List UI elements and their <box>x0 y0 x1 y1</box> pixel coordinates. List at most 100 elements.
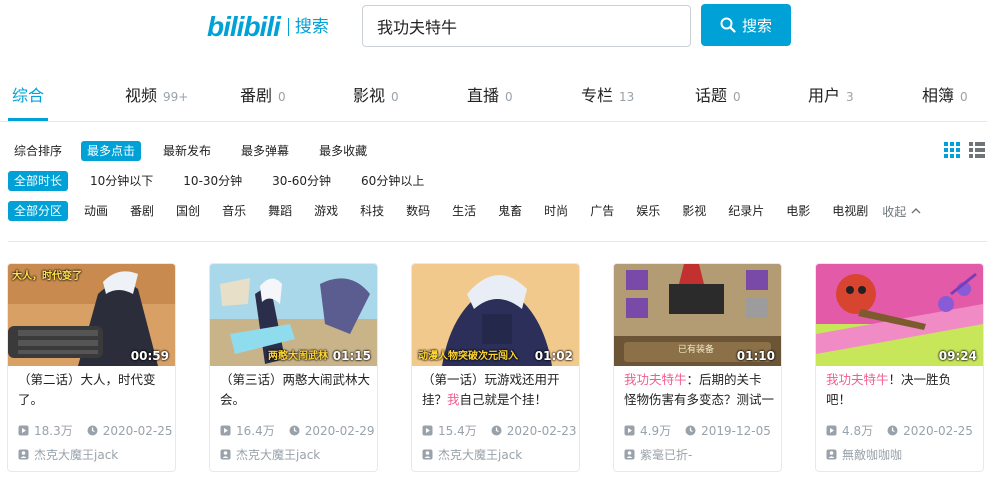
video-card[interactable]: 两憨大闹武林 01:15 （第三话）两憨大闹武林大会。 16.4万 2020-0… <box>209 263 378 472</box>
zone-item[interactable]: 生活 <box>446 201 482 221</box>
duration-filter-row: 全部时长 10分钟以下 10-30分钟 30-60分钟 60分钟以上 <box>8 170 430 192</box>
video-title[interactable]: 我功夫特牛：后期的关卡怪物伤害有多变态？测试一下 <box>624 370 774 410</box>
tab-label: 专栏 <box>581 86 614 105</box>
video-uploader[interactable]: 杰克大魔王jack <box>220 446 320 463</box>
video-thumbnail[interactable]: 两憨大闹武林 01:15 <box>210 264 377 366</box>
duration-30-60[interactable]: 30-60分钟 <box>266 171 337 191</box>
sort-most-clicks[interactable]: 最多点击 <box>81 141 142 161</box>
clock-icon <box>289 425 300 436</box>
tab-album[interactable]: 相簿 0 <box>922 82 968 106</box>
zone-item[interactable]: 影视 <box>676 201 712 221</box>
zone-item[interactable]: 番剧 <box>124 201 160 221</box>
clock-icon <box>491 425 502 436</box>
duration-all[interactable]: 全部时长 <box>8 171 69 191</box>
sort-most-favorites[interactable]: 最多收藏 <box>313 141 373 161</box>
tab-film[interactable]: 影视 0 <box>353 82 399 106</box>
uploader-name: 杰克大魔王jack <box>438 448 523 462</box>
tab-label: 番剧 <box>240 86 273 105</box>
uploader-icon <box>422 449 433 460</box>
title-text: （第二话）大人，时代变了。 <box>18 372 156 407</box>
tab-label: 综合 <box>12 86 45 105</box>
title-highlight: 我功夫特牛 <box>826 372 889 387</box>
tab-live[interactable]: 直播 0 <box>467 82 513 106</box>
video-uploader[interactable]: 杰克大魔王jack <box>18 446 118 463</box>
search-input[interactable] <box>362 5 691 47</box>
zone-item[interactable]: 娱乐 <box>630 201 666 221</box>
zone-item[interactable]: 动画 <box>78 201 114 221</box>
video-uploader[interactable]: 杰克大魔王jack <box>422 446 522 463</box>
search-button-label: 搜索 <box>741 16 772 35</box>
sort-most-danmaku[interactable]: 最多弹幕 <box>235 141 295 161</box>
view-count: 15.4万 <box>438 424 477 438</box>
video-title[interactable]: （第二话）大人，时代变了。 <box>18 370 168 410</box>
logo-search-label: 搜索 <box>294 17 329 37</box>
tab-article[interactable]: 专栏 13 <box>581 82 634 106</box>
result-type-tabs: 综合 视频 99+ 番剧 0 影视 0 直播 0 专栏 13 话题 0 用户 3 相簿 0 <box>0 72 987 122</box>
video-title[interactable]: （第三话）两憨大闹武林大会。 <box>220 370 370 410</box>
zone-item[interactable]: 纪录片 <box>722 201 770 221</box>
collapse-label: 收起 <box>882 204 907 219</box>
play-count-icon <box>624 425 635 436</box>
tab-user[interactable]: 用户 3 <box>808 82 854 106</box>
video-card[interactable]: 已有装备 01:10 我功夫特牛：后期的关卡怪物伤害有多变态？测试一下 4.9万… <box>613 263 782 472</box>
title-text: （第三话）两憨大闹武林大会。 <box>220 372 370 407</box>
video-thumbnail[interactable]: 已有装备 01:10 <box>614 264 781 366</box>
uploader-name: 杰克大魔王jack <box>236 448 321 462</box>
zone-item[interactable]: 时尚 <box>538 201 574 221</box>
zone-item[interactable]: 广告 <box>584 201 620 221</box>
uploader-name: 紫毫已折- <box>640 448 693 462</box>
zone-item[interactable]: 游戏 <box>308 201 344 221</box>
sort-comprehensive[interactable]: 综合排序 <box>8 141 68 161</box>
video-duration: 01:10 <box>736 349 775 363</box>
list-view-icon[interactable] <box>969 142 985 158</box>
chevron-up-icon <box>911 208 921 214</box>
zone-item[interactable]: 音乐 <box>216 201 252 221</box>
upload-date-group: 2020-02-29 <box>289 424 374 438</box>
tab-video[interactable]: 视频 99+ <box>125 82 188 106</box>
duration-over-60[interactable]: 60分钟以上 <box>355 171 430 191</box>
zone-item[interactable]: 电视剧 <box>826 201 874 221</box>
zone-item[interactable]: 科技 <box>354 201 390 221</box>
video-card[interactable]: 大人，时代变了 00:59 （第二话）大人，时代变了。 18.3万 2020-0… <box>7 263 176 472</box>
tab-bangumi[interactable]: 番剧 0 <box>240 82 286 106</box>
duration-under-10[interactable]: 10分钟以下 <box>84 171 159 191</box>
video-card[interactable]: 动漫人物突破次元闯入 01:02 （第一话）玩游戏还用开挂？我自己就是个挂！ 1… <box>411 263 580 472</box>
video-thumbnail[interactable]: 09:24 <box>816 264 983 366</box>
play-count-icon <box>220 425 231 436</box>
zone-item[interactable]: 数码 <box>400 201 436 221</box>
header: bilibili 搜索 搜索 <box>0 0 996 52</box>
tab-topic[interactable]: 话题 0 <box>695 82 741 106</box>
video-title[interactable]: 我功夫特牛！决一胜负吧！ <box>826 370 976 410</box>
view-count: 16.4万 <box>236 424 275 438</box>
zone-item[interactable]: 舞蹈 <box>262 201 298 221</box>
zone-filter-row: 全部分区 动画 番剧 国创 音乐 舞蹈 游戏 科技 数码 生活 鬼畜 时尚 广告… <box>8 200 922 222</box>
video-title[interactable]: （第一话）玩游戏还用开挂？我自己就是个挂！ <box>422 370 572 410</box>
duration-10-30[interactable]: 10-30分钟 <box>177 171 248 191</box>
zone-item[interactable]: 鬼畜 <box>492 201 528 221</box>
title-highlight: 我功夫特牛 <box>624 372 687 387</box>
play-count-icon <box>18 425 29 436</box>
video-thumbnail[interactable]: 大人，时代变了 00:59 <box>8 264 175 366</box>
video-card[interactable]: 09:24 我功夫特牛！决一胜负吧！ 4.8万 2020-02-25 無敵咖咖咖 <box>815 263 984 472</box>
search-icon <box>720 17 736 33</box>
zone-all[interactable]: 全部分区 <box>8 201 69 221</box>
bilibili-logo[interactable]: bilibili 搜索 <box>207 12 329 42</box>
grid-view-icon[interactable] <box>944 142 960 158</box>
video-stats: 4.8万 2020-02-25 <box>826 422 973 439</box>
video-uploader[interactable]: 紫毫已折- <box>624 446 692 463</box>
tab-label: 视频 <box>125 86 158 105</box>
tab-count: 13 <box>619 90 635 104</box>
tab-count: 0 <box>278 90 286 104</box>
zone-item[interactable]: 电影 <box>780 201 816 221</box>
thumbnail-caption: 大人，时代变了 <box>12 271 82 282</box>
tab-label: 用户 <box>808 86 841 105</box>
sort-newest[interactable]: 最新发布 <box>157 141 217 161</box>
view-count: 18.3万 <box>34 424 73 438</box>
search-button[interactable]: 搜索 <box>701 4 791 46</box>
zone-item[interactable]: 国创 <box>170 201 206 221</box>
upload-date-group: 2020-02-25 <box>87 424 172 438</box>
video-uploader[interactable]: 無敵咖咖咖 <box>826 446 902 463</box>
collapse-toggle[interactable]: 收起 <box>882 203 922 220</box>
video-thumbnail[interactable]: 动漫人物突破次元闯入 01:02 <box>412 264 579 366</box>
tab-all[interactable]: 综合 <box>12 82 44 106</box>
